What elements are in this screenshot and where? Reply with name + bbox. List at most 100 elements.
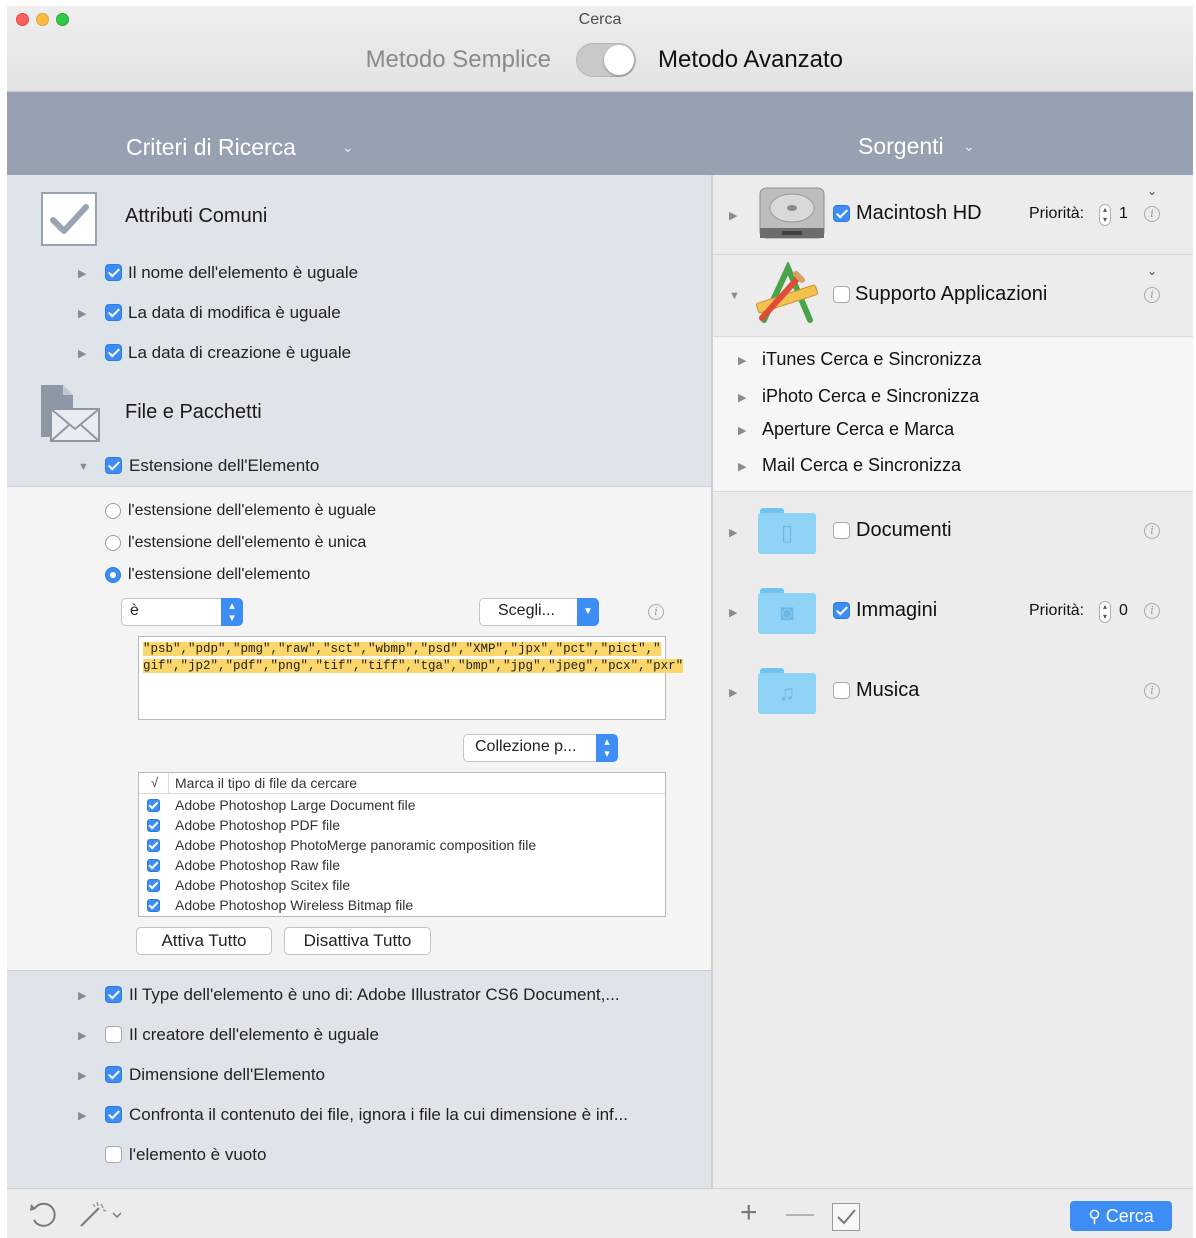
disclosure-triangle-icon[interactable]: ▶ xyxy=(738,354,746,367)
chevron-down-icon[interactable]: ⌄ xyxy=(1147,184,1157,198)
documents-checkbox[interactable] xyxy=(833,522,850,539)
list-item[interactable]: Adobe Photoshop PDF file xyxy=(139,815,665,835)
list-item[interactable]: Adobe Photoshop Wireless Bitmap file xyxy=(139,895,665,915)
info-icon[interactable]: i xyxy=(1144,287,1160,303)
file-types-list[interactable]: √ Marca il tipo di file da cercare Adobe… xyxy=(138,772,666,917)
add-icon[interactable]: + xyxy=(740,1198,758,1228)
empty-item-checkbox[interactable] xyxy=(105,1146,122,1163)
disclosure-triangle-icon[interactable]: ▶ xyxy=(729,606,737,619)
priority-value: 1 xyxy=(1119,205,1128,222)
disclosure-triangle-icon[interactable]: ▶ xyxy=(738,424,746,437)
empty-item-label: l'elemento è vuoto xyxy=(129,1145,267,1164)
disclosure-triangle-icon[interactable]: ▶ xyxy=(78,1069,86,1082)
disclosure-triangle-icon[interactable]: ▶ xyxy=(78,347,86,360)
name-equal-label: Il nome dell'elemento è uguale xyxy=(128,263,359,282)
info-icon[interactable]: i xyxy=(1144,523,1160,539)
pictures-folder-icon: ◙ xyxy=(758,588,816,634)
check-toggle-icon[interactable] xyxy=(832,1203,860,1231)
radio-extension-equal-label: l'estensione dell'elemento è uguale xyxy=(128,502,377,519)
disclosure-triangle-icon[interactable]: ▶ xyxy=(78,989,86,1002)
priority-stepper[interactable]: ▴ ▾ xyxy=(1099,204,1111,226)
name-equal-checkbox[interactable] xyxy=(105,264,122,281)
file-type-checkbox[interactable] xyxy=(147,879,160,892)
radio-extension-custom[interactable] xyxy=(105,567,121,583)
content-compare-checkbox[interactable] xyxy=(105,1106,122,1123)
disclosure-triangle-icon[interactable]: ▶ xyxy=(78,1109,86,1122)
chevron-down-icon[interactable]: ⌄ xyxy=(963,138,975,155)
list-item[interactable]: Adobe Photoshop Large Document file xyxy=(139,795,665,815)
sub-item-aperture[interactable]: Aperture Cerca e Marca xyxy=(762,419,954,440)
documents-folder-icon: ▯ xyxy=(758,508,816,554)
type-checkbox[interactable] xyxy=(105,986,122,1003)
file-type-checkbox[interactable] xyxy=(147,859,160,872)
extensions-line-2: gif","jp2","pdf","png","tif","tiff","tga… xyxy=(143,659,684,673)
operator-select[interactable]: è ▴ ▾ xyxy=(121,598,243,626)
images-checkbox[interactable] xyxy=(833,602,850,619)
creator-checkbox[interactable] xyxy=(105,1026,122,1043)
priority-label: Priorità: xyxy=(1029,205,1085,222)
radio-extension-equal[interactable] xyxy=(105,503,121,519)
criteria-header[interactable]: Criteri di Ricerca xyxy=(126,134,296,161)
disclosure-triangle-icon[interactable]: ▶ xyxy=(738,460,746,473)
modified-date-checkbox[interactable] xyxy=(105,304,122,321)
info-icon[interactable]: i xyxy=(1144,603,1160,619)
collection-select[interactable]: Collezione p... ▴ ▾ xyxy=(463,734,618,762)
file-type-checkbox[interactable] xyxy=(147,899,160,912)
macintosh-checkbox[interactable] xyxy=(833,205,850,222)
created-date-checkbox[interactable] xyxy=(105,344,122,361)
documents-label: Documenti xyxy=(856,519,952,541)
priority-stepper[interactable]: ▴ ▾ xyxy=(1099,601,1111,623)
disable-all-button[interactable]: Disattiva Tutto xyxy=(284,927,431,955)
list-check-column[interactable]: √ xyxy=(151,775,158,790)
mode-simple-label[interactable]: Metodo Semplice xyxy=(366,46,551,74)
disclosure-triangle-icon[interactable]: ▶ xyxy=(729,209,737,222)
disclosure-triangle-icon[interactable]: ▶ xyxy=(78,307,86,320)
file-type-checkbox[interactable] xyxy=(147,799,160,812)
sub-item-iphoto[interactable]: iPhoto Cerca e Sincronizza xyxy=(762,386,979,407)
priority-value: 0 xyxy=(1119,602,1128,619)
column-separator xyxy=(168,773,169,794)
music-checkbox[interactable] xyxy=(833,682,850,699)
mode-toggle[interactable] xyxy=(576,43,636,77)
disclosure-triangle-icon[interactable]: ▶ xyxy=(729,686,737,699)
disclosure-triangle-icon[interactable]: ▶ xyxy=(78,267,86,280)
chevron-down-icon[interactable]: ⌄ xyxy=(342,139,354,156)
size-checkbox[interactable] xyxy=(105,1066,122,1083)
disclosure-triangle-icon[interactable]: ▶ xyxy=(78,1029,86,1042)
extension-label: Estensione dell'Elemento xyxy=(129,456,320,475)
sub-item-mail[interactable]: Mail Cerca e Sincronizza xyxy=(762,455,961,476)
extensions-line-1: "psb","pdp","pmg","raw","sct","wbmp","ps… xyxy=(143,642,661,656)
info-icon[interactable]: i xyxy=(648,604,664,620)
extensions-textarea[interactable]: "psb","pdp","pmg","raw","sct","wbmp","ps… xyxy=(138,636,684,720)
size-label: Dimensione dell'Elemento xyxy=(129,1065,326,1084)
list-header-label[interactable]: Marca il tipo di file da cercare xyxy=(175,775,357,791)
file-type-checkbox[interactable] xyxy=(147,819,160,832)
sources-header[interactable]: Sorgenti xyxy=(858,133,944,160)
file-type-checkbox[interactable] xyxy=(147,839,160,852)
disclosure-triangle-open-icon[interactable]: ▼ xyxy=(729,290,740,302)
undo-icon[interactable] xyxy=(27,1198,59,1235)
extension-checkbox[interactable] xyxy=(105,457,122,474)
magic-wand-icon[interactable] xyxy=(77,1200,125,1235)
file-type-label: Adobe Photoshop PhotoMerge panoramic com… xyxy=(175,837,537,853)
list-item[interactable]: Adobe Photoshop Raw file xyxy=(139,855,665,875)
disclosure-triangle-icon[interactable]: ▶ xyxy=(738,391,746,404)
list-item[interactable]: Adobe Photoshop Scitex file xyxy=(139,875,665,895)
search-button[interactable]: ⚲ Cerca xyxy=(1070,1201,1172,1231)
enable-all-button[interactable]: Attiva Tutto xyxy=(136,927,272,955)
choose-extensions-button[interactable]: Scegli... ▼ xyxy=(479,598,599,626)
disclosure-triangle-icon[interactable]: ▶ xyxy=(729,526,737,539)
remove-icon[interactable] xyxy=(786,1214,814,1216)
info-icon[interactable]: i xyxy=(1144,683,1160,699)
chevron-down-icon[interactable]: ⌄ xyxy=(1147,264,1157,278)
music-label: Musica xyxy=(856,679,920,701)
radio-extension-unique-label: l'estensione dell'elemento è unica xyxy=(128,534,367,551)
mode-advanced-label[interactable]: Metodo Avanzato xyxy=(658,46,843,74)
app-support-checkbox[interactable] xyxy=(833,286,850,303)
info-icon[interactable]: i xyxy=(1144,206,1160,222)
sub-item-itunes[interactable]: iTunes Cerca e Sincronizza xyxy=(762,349,981,370)
list-item[interactable]: Adobe Photoshop PhotoMerge panoramic com… xyxy=(139,835,665,855)
radio-extension-unique[interactable] xyxy=(105,535,121,551)
disclosure-triangle-open-icon[interactable]: ▼ xyxy=(78,461,89,473)
hard-drive-icon xyxy=(756,182,828,242)
